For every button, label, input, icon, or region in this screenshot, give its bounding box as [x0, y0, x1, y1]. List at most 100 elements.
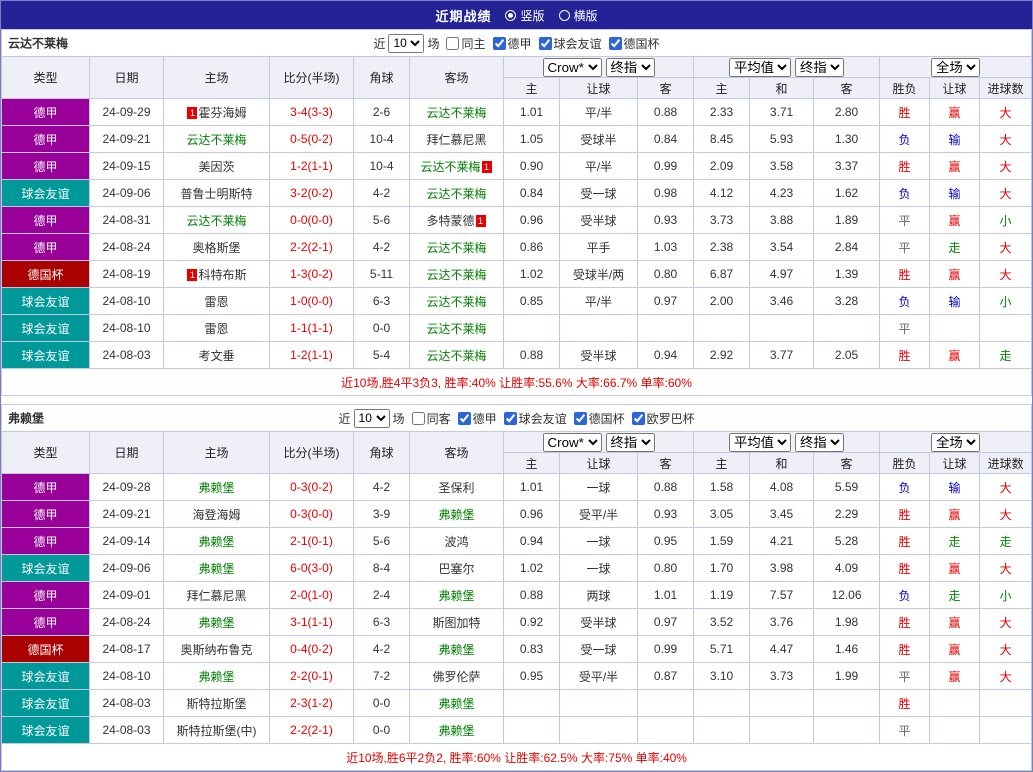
- league-checkbox[interactable]: [493, 37, 506, 50]
- league-filter[interactable]: 德甲: [454, 410, 497, 427]
- col-header: 比分(半场): [270, 57, 354, 99]
- stage-select[interactable]: 终指: [606, 58, 655, 77]
- team-link[interactable]: 弗赖堡: [438, 724, 474, 738]
- team-link[interactable]: 雷恩: [204, 295, 228, 309]
- corner-cell: 5-6: [354, 528, 410, 555]
- team-link[interactable]: 巴塞尔: [438, 562, 474, 576]
- team-link[interactable]: 海登海姆: [192, 508, 240, 522]
- scope-select[interactable]: 全场: [931, 58, 980, 77]
- team-link[interactable]: 雷恩: [204, 322, 228, 336]
- asia-odds-cell: 受球半: [560, 126, 638, 153]
- euro-odds-cell: 3.52: [694, 609, 750, 636]
- league-checkbox[interactable]: [574, 412, 587, 425]
- bookmaker-select[interactable]: Crow*: [543, 58, 602, 77]
- team-link[interactable]: 弗赖堡: [198, 670, 234, 684]
- asia-odds-cell: 0.97: [638, 609, 694, 636]
- team-link[interactable]: 云达不莱梅: [426, 322, 486, 336]
- team-link[interactable]: 普鲁士明斯特: [180, 187, 252, 201]
- team-link[interactable]: 科特布斯: [198, 268, 246, 282]
- team-link[interactable]: 弗赖堡: [438, 508, 474, 522]
- team-link[interactable]: 弗赖堡: [438, 697, 474, 711]
- average-select[interactable]: 平均值: [729, 433, 791, 452]
- bookmaker-select[interactable]: Crow*: [543, 433, 602, 452]
- scope-select[interactable]: 全场: [931, 433, 980, 452]
- table-row: 球会友谊24-08-03考文垂1-2(1-1)5-4云达不莱梅0.88受半球0.…: [2, 342, 1032, 369]
- team-link[interactable]: 弗赖堡: [198, 616, 234, 630]
- home-team-cell: 弗赖堡: [164, 528, 270, 555]
- league-filter[interactable]: 德国杯: [570, 410, 625, 427]
- sub-header: 客: [638, 78, 694, 99]
- team-link[interactable]: 云达不莱梅: [426, 349, 486, 363]
- away-team-cell: 云达不莱梅: [410, 342, 504, 369]
- table-row: 德甲24-08-24弗赖堡3-1(1-1)6-3斯图加特0.92受半球0.973…: [2, 609, 1032, 636]
- league-checkbox[interactable]: [504, 412, 517, 425]
- team-link[interactable]: 云达不莱梅: [426, 268, 486, 282]
- sub-header: 客: [814, 78, 880, 99]
- layout-radio-horizontal[interactable]: 横版: [559, 7, 598, 24]
- team-link[interactable]: 云达不莱梅: [426, 295, 486, 309]
- team-link[interactable]: 弗赖堡: [438, 589, 474, 603]
- team-link[interactable]: 弗赖堡: [198, 535, 234, 549]
- result-group: 全场: [880, 57, 1032, 78]
- team-link[interactable]: 云达不莱梅: [426, 106, 486, 120]
- asia-odds-cell: [560, 315, 638, 342]
- team-link[interactable]: 奥斯纳布鲁克: [180, 643, 252, 657]
- team-link[interactable]: 斯图加特: [432, 616, 480, 630]
- match-count-select[interactable]: 10: [354, 409, 390, 428]
- average-select[interactable]: 平均值: [729, 58, 791, 77]
- team-link[interactable]: 奥格斯堡: [192, 241, 240, 255]
- team-link[interactable]: 斯特拉斯堡(中): [177, 724, 257, 738]
- layout-radio-vertical[interactable]: 竖版: [505, 7, 544, 24]
- stage-select[interactable]: 终指: [795, 433, 844, 452]
- result-cell: 负: [880, 180, 930, 207]
- league-checkbox[interactable]: [632, 412, 645, 425]
- asia-odds-cell: 0.94: [638, 342, 694, 369]
- league-checkbox[interactable]: [539, 37, 552, 50]
- team-link[interactable]: 霍芬海姆: [198, 106, 246, 120]
- league-filter[interactable]: 德甲: [489, 35, 532, 52]
- euro-odds-cell: [750, 717, 814, 744]
- result-cell: 走: [930, 582, 980, 609]
- venue-filter[interactable]: 同主: [442, 35, 485, 52]
- team-link[interactable]: 拜仁慕尼黑: [186, 589, 246, 603]
- score-cell: 3-1(1-1): [270, 609, 354, 636]
- sub-header: 胜负: [880, 78, 930, 99]
- team-link[interactable]: 云达不莱梅: [426, 241, 486, 255]
- league-checkbox[interactable]: [609, 37, 622, 50]
- team-link[interactable]: 波鸿: [444, 535, 468, 549]
- date-cell: 24-08-10: [90, 288, 164, 315]
- league-filter[interactable]: 球会友谊: [535, 35, 602, 52]
- stage-select[interactable]: 终指: [795, 58, 844, 77]
- team-link[interactable]: 弗赖堡: [438, 643, 474, 657]
- team-link[interactable]: 云达不莱梅: [186, 214, 246, 228]
- team-link[interactable]: 美因茨: [198, 160, 234, 174]
- venue-checkbox[interactable]: [412, 412, 425, 425]
- match-count-select[interactable]: 10: [388, 34, 424, 53]
- team-link[interactable]: 弗赖堡: [198, 562, 234, 576]
- team-link[interactable]: 弗赖堡: [198, 481, 234, 495]
- euro-odds-cell: 5.28: [814, 528, 880, 555]
- league-filter[interactable]: 球会友谊: [500, 410, 567, 427]
- team-link[interactable]: 多特蒙德: [426, 214, 474, 228]
- stage-select[interactable]: 终指: [606, 433, 655, 452]
- venue-filter[interactable]: 同客: [408, 410, 451, 427]
- team-link[interactable]: 圣保利: [438, 481, 474, 495]
- league-filter[interactable]: 德国杯: [605, 35, 660, 52]
- corner-cell: 10-4: [354, 126, 410, 153]
- team-link[interactable]: 佛罗伦萨: [432, 670, 480, 684]
- result-cell: 胜: [880, 528, 930, 555]
- result-cell: 大: [980, 474, 1032, 501]
- league-checkbox[interactable]: [458, 412, 471, 425]
- team-link[interactable]: 拜仁慕尼黑: [426, 133, 486, 147]
- team-link[interactable]: 考文垂: [198, 349, 234, 363]
- league-filter-label: 球会友谊: [554, 35, 602, 52]
- home-team-cell: 美因茨: [164, 153, 270, 180]
- table-row: 德甲24-08-31云达不莱梅0-0(0-0)5-6多特蒙德10.96受半球0.…: [2, 207, 1032, 234]
- team-link[interactable]: 云达不莱梅: [426, 187, 486, 201]
- home-team-cell: 弗赖堡: [164, 609, 270, 636]
- venue-checkbox[interactable]: [446, 37, 459, 50]
- team-link[interactable]: 云达不莱梅: [420, 160, 480, 174]
- league-filter[interactable]: 欧罗巴杯: [628, 410, 695, 427]
- team-link[interactable]: 云达不莱梅: [186, 133, 246, 147]
- team-link[interactable]: 斯特拉斯堡: [186, 697, 246, 711]
